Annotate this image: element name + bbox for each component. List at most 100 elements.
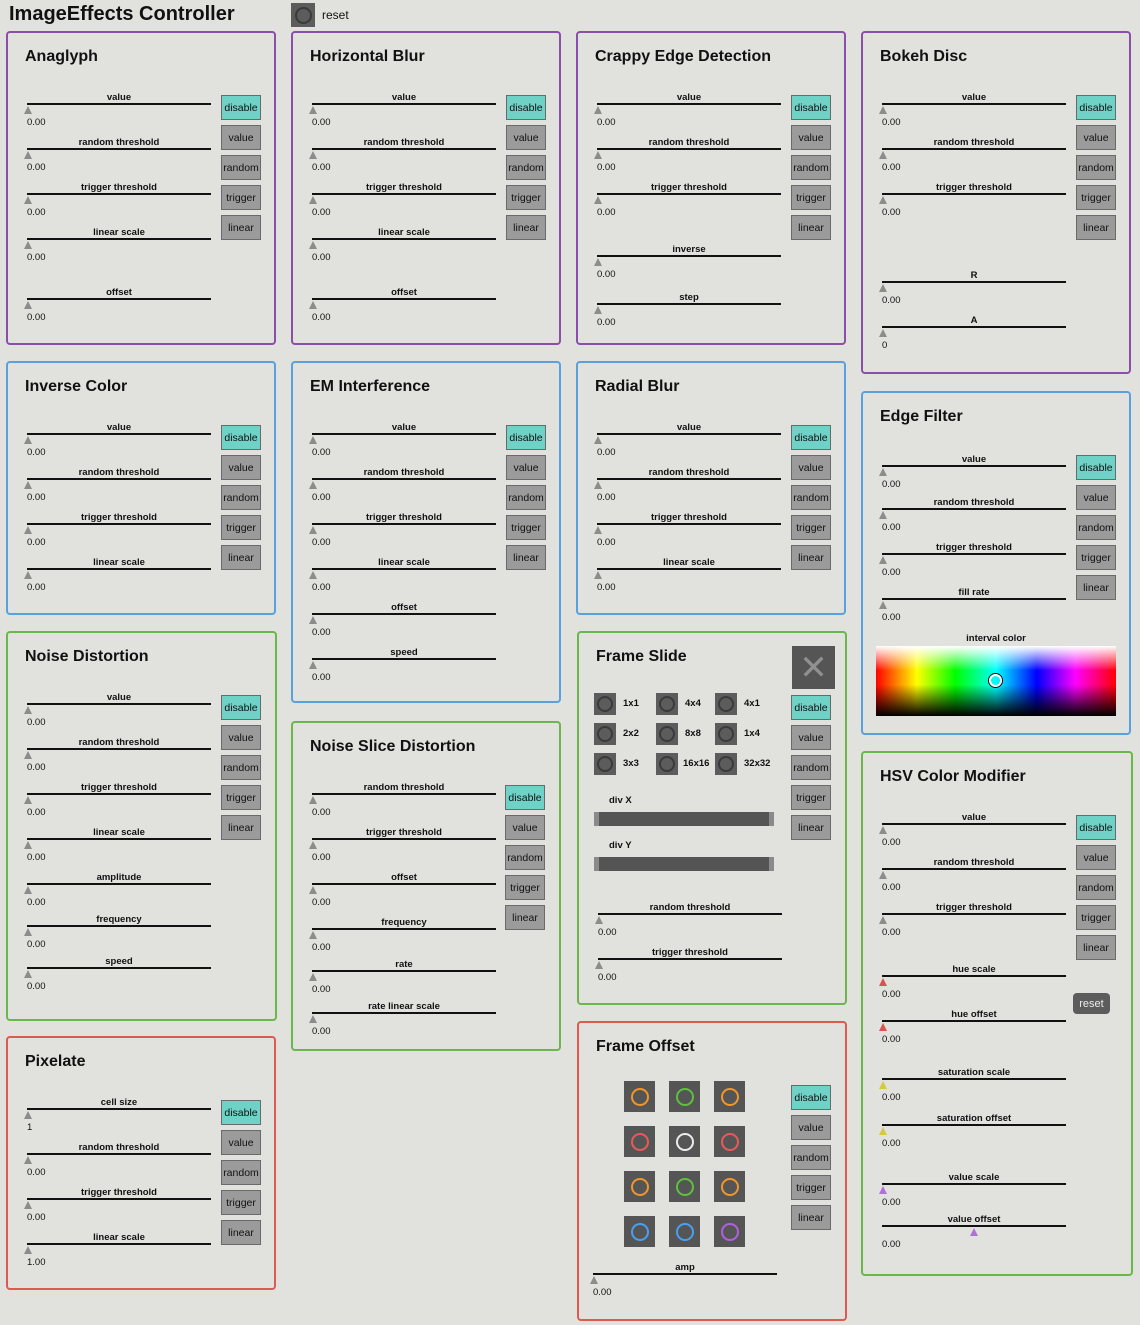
slider-frequency[interactable]: frequency 0.00 [309, 917, 496, 953]
div-x-range[interactable] [594, 812, 774, 826]
slider-handle[interactable] [309, 481, 317, 489]
random-button[interactable]: random [1076, 515, 1116, 540]
frame-offset-toggle[interactable] [714, 1126, 745, 1157]
slider-random-threshold[interactable]: random threshold 0.00 [24, 467, 211, 503]
grid-4x4-toggle[interactable] [656, 693, 678, 715]
slider-handle[interactable] [879, 1023, 887, 1031]
slider-speed[interactable]: speed 0.00 [309, 647, 496, 683]
slider-handle[interactable] [309, 886, 317, 894]
slider-handle[interactable] [590, 1276, 598, 1284]
slider-linear-scale[interactable]: linear scale 0.00 [24, 827, 211, 863]
slider-handle[interactable] [309, 106, 317, 114]
random-button[interactable]: random [791, 1145, 831, 1170]
linear-button[interactable]: linear [791, 215, 831, 240]
slider-trigger-threshold[interactable]: trigger threshold 0.00 [309, 827, 496, 863]
slider-trigger-threshold[interactable]: trigger threshold 0.00 [309, 182, 496, 218]
value-button[interactable]: value [506, 455, 546, 480]
trigger-button[interactable]: trigger [791, 785, 831, 810]
slider-offset[interactable]: offset 0.00 [24, 287, 211, 323]
interval-color-picker[interactable] [876, 646, 1116, 716]
disable-button[interactable]: disable [1076, 95, 1116, 120]
color-picker-knob[interactable] [989, 674, 1002, 687]
value-button[interactable]: value [791, 125, 831, 150]
value-button[interactable]: value [221, 455, 261, 480]
slider-rate-linear-scale[interactable]: rate linear scale 0.00 [309, 1001, 496, 1037]
slider-handle[interactable] [879, 329, 887, 337]
slider-handle[interactable] [309, 196, 317, 204]
slider-r[interactable]: R 0.00 [879, 270, 1066, 306]
trigger-button[interactable]: trigger [791, 185, 831, 210]
trigger-button[interactable]: trigger [221, 185, 261, 210]
slider-handle[interactable] [24, 241, 32, 249]
random-button[interactable]: random [791, 155, 831, 180]
random-button[interactable]: random [221, 155, 261, 180]
frame-offset-toggle[interactable] [624, 1126, 655, 1157]
frame-offset-toggle[interactable] [714, 1216, 745, 1247]
slider-hue-offset[interactable]: hue offset 0.00 [879, 1009, 1066, 1045]
slider-offset[interactable]: offset 0.00 [309, 602, 496, 638]
linear-button[interactable]: linear [791, 545, 831, 570]
slider-handle[interactable] [879, 978, 887, 986]
slider-handle[interactable] [24, 1246, 32, 1254]
slider-handle[interactable] [594, 258, 602, 266]
slider-random-threshold[interactable]: random threshold 0.00 [309, 782, 496, 818]
slider-value[interactable]: value 0.00 [24, 692, 211, 728]
slider-amplitude[interactable]: amplitude 0.00 [24, 872, 211, 908]
slider-linear-scale[interactable]: linear scale 0.00 [24, 557, 211, 593]
slider-handle[interactable] [24, 1201, 32, 1209]
slider-handle[interactable] [24, 1156, 32, 1164]
linear-button[interactable]: linear [791, 1205, 831, 1230]
random-button[interactable]: random [506, 485, 546, 510]
slider-handle[interactable] [879, 196, 887, 204]
slider-handle[interactable] [24, 196, 32, 204]
linear-button[interactable]: linear [1076, 215, 1116, 240]
slider-trigger-threshold[interactable]: trigger threshold 0.00 [879, 542, 1066, 578]
disable-button[interactable]: disable [221, 1100, 261, 1125]
slider-random-threshold[interactable]: random threshold 0.00 [24, 137, 211, 173]
slider-value[interactable]: value 0.00 [879, 812, 1066, 848]
slider-handle[interactable] [309, 526, 317, 534]
slider-offset[interactable]: offset 0.00 [309, 872, 496, 908]
slider-handle[interactable] [879, 151, 887, 159]
slider-trigger-threshold[interactable]: trigger threshold 0.00 [594, 512, 781, 548]
slider-handle[interactable] [24, 301, 32, 309]
grid-1x4-toggle[interactable] [715, 723, 737, 745]
disable-button[interactable]: disable [1076, 455, 1116, 480]
slider-handle[interactable] [879, 826, 887, 834]
hsv-reset-button[interactable]: reset [1073, 993, 1110, 1014]
slider-random-threshold[interactable]: random threshold 0.00 [594, 137, 781, 173]
slider-random-threshold[interactable]: random threshold 0.00 [594, 467, 781, 503]
linear-button[interactable]: linear [221, 1220, 261, 1245]
grid-16x16-toggle[interactable] [656, 753, 678, 775]
linear-button[interactable]: linear [791, 815, 831, 840]
slider-handle[interactable] [309, 973, 317, 981]
slider-handle[interactable] [879, 601, 887, 609]
slider-trigger-threshold[interactable]: trigger threshold 0.00 [595, 947, 782, 983]
slider-trigger-threshold[interactable]: trigger threshold 0.00 [309, 512, 496, 548]
frame-offset-toggle[interactable] [669, 1081, 700, 1112]
slider-handle[interactable] [594, 306, 602, 314]
slider-handle[interactable] [24, 796, 32, 804]
value-button[interactable]: value [1076, 125, 1116, 150]
slider-handle[interactable] [879, 511, 887, 519]
slider-random-threshold[interactable]: random threshold 0.00 [879, 497, 1066, 533]
slider-amp[interactable]: amp 0.00 [590, 1262, 777, 1298]
slider-handle[interactable] [879, 1186, 887, 1194]
trigger-button[interactable]: trigger [505, 875, 545, 900]
random-button[interactable]: random [221, 485, 261, 510]
trigger-button[interactable]: trigger [1076, 185, 1116, 210]
trigger-button[interactable]: trigger [506, 185, 546, 210]
slider-random-threshold[interactable]: random threshold 0.00 [595, 902, 782, 938]
slider-handle[interactable] [24, 1111, 32, 1119]
slider-handle[interactable] [24, 706, 32, 714]
value-button[interactable]: value [791, 725, 831, 750]
slider-handle[interactable] [879, 468, 887, 476]
grid-4x1-toggle[interactable] [715, 693, 737, 715]
slider-handle[interactable] [309, 796, 317, 804]
slider-trigger-threshold[interactable]: trigger threshold 0.00 [594, 182, 781, 218]
slider-handle[interactable] [879, 916, 887, 924]
trigger-button[interactable]: trigger [221, 515, 261, 540]
trigger-button[interactable]: trigger [1076, 545, 1116, 570]
slider-random-threshold[interactable]: random threshold 0.00 [24, 737, 211, 773]
slider-handle[interactable] [24, 970, 32, 978]
